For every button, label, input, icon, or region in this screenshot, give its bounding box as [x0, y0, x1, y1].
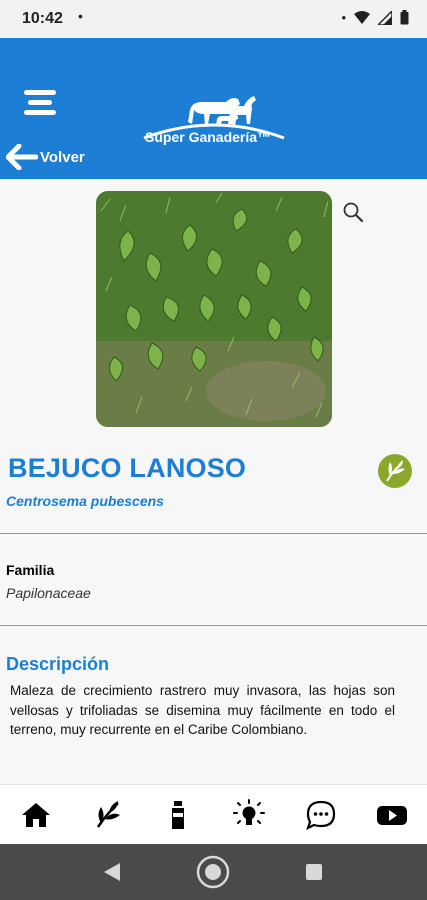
- chat-icon[interactable]: [305, 799, 337, 831]
- arrow-left-icon: [6, 144, 38, 170]
- back-button[interactable]: Volver: [6, 144, 85, 170]
- plant-photo[interactable]: [96, 191, 332, 427]
- back-label: Volver: [40, 148, 85, 166]
- family-label: Familia: [6, 562, 55, 578]
- menu-line: [28, 100, 52, 105]
- youtube-icon[interactable]: [376, 799, 408, 831]
- menu-line: [24, 90, 56, 95]
- plant-name: BEJUCO LANOSO: [8, 453, 247, 483]
- status-bar: 10:42 • •: [0, 0, 427, 38]
- menu-button[interactable]: [24, 90, 56, 118]
- system-nav-bar: [0, 844, 427, 900]
- recents-square-icon[interactable]: [305, 863, 323, 881]
- notification-dot-icon: •: [341, 10, 346, 25]
- signal-icon: [378, 10, 392, 25]
- family-value: Papilonaceae: [6, 585, 91, 601]
- battery-icon: [400, 10, 409, 25]
- home-circle-icon[interactable]: [196, 855, 230, 889]
- description-text: Maleza de crecimiento rastrero muy invas…: [10, 683, 395, 737]
- notification-dot: •: [78, 8, 83, 24]
- home-icon[interactable]: [20, 799, 52, 831]
- bottom-nav: [0, 784, 427, 844]
- brand-name: Súper Ganadería™: [145, 129, 272, 145]
- zoom-icon[interactable]: [342, 201, 364, 223]
- weed-type-icon: [378, 454, 412, 488]
- app-header: Súper Ganadería™ Volver: [0, 38, 427, 179]
- lightbulb-icon[interactable]: [233, 799, 265, 831]
- divider: [0, 533, 427, 534]
- plant-detail: BEJUCO LANOSO Centrosema pubescens Famil…: [0, 179, 427, 784]
- plant-icon[interactable]: [92, 799, 124, 831]
- scientific-name: Centrosema pubescens: [6, 493, 164, 509]
- bottle-icon[interactable]: [162, 799, 194, 831]
- status-time: 10:42: [22, 10, 63, 27]
- wifi-icon: [354, 10, 370, 24]
- menu-line: [24, 110, 56, 115]
- back-triangle-icon[interactable]: [102, 862, 122, 882]
- divider: [0, 625, 427, 626]
- description-title: Descripción: [6, 654, 110, 674]
- status-icons: •: [341, 10, 409, 25]
